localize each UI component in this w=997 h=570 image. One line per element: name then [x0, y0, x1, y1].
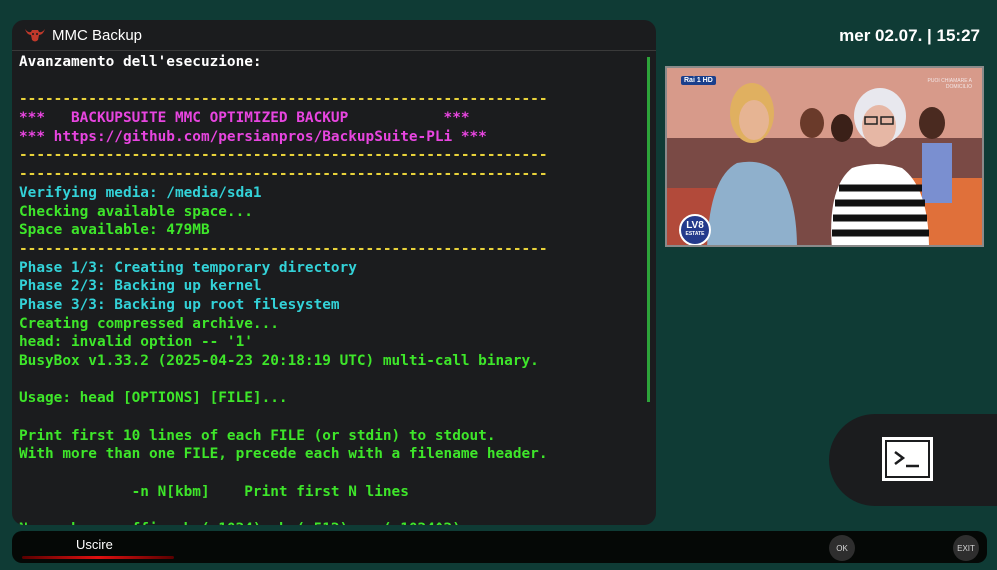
exit-button[interactable]: EXIT: [953, 535, 979, 561]
terminal-icon: [882, 437, 933, 481]
console-line: Print first 10 lines of each FILE (or st…: [19, 427, 496, 444]
console-line: Usage: head [OPTIONS] [FILE]...: [19, 390, 288, 407]
channel-logo: Rai 1 HD: [681, 76, 716, 85]
channel-overlay-text: PUOI CHIAMARE A DOMICILIO: [927, 78, 972, 90]
console-line: Creating compressed archive...: [19, 315, 279, 332]
tv-preview: Rai 1 HD PUOI CHIAMARE A DOMICILIO LV8 E…: [665, 66, 984, 247]
console-line: Verifying media: /media/sda1: [19, 184, 262, 201]
red-key-indicator: [22, 556, 174, 559]
tv-preview-image: [667, 68, 982, 245]
console-line: Checking available space...: [19, 203, 253, 220]
show-logo-subtext: ESTATE: [685, 231, 705, 237]
console-line: Phase 1/3: Creating temporary directory: [19, 259, 357, 276]
ok-button[interactable]: OK: [829, 535, 855, 561]
clock: mer 02.07. | 15:27: [839, 26, 980, 45]
console-output[interactable]: Avanzamento dell'esecuzione: ------------…: [19, 53, 647, 525]
console-line: Phase 2/3: Backing up kernel: [19, 278, 262, 295]
exit-label[interactable]: Uscire: [76, 537, 113, 552]
console-line: head: invalid option -- '1': [19, 334, 253, 351]
console-line: *** BACKUPSUITE MMC OPTIMIZED BACKUP ***: [19, 110, 470, 127]
console-line: ----------------------------------------…: [19, 240, 548, 257]
console-line: ----------------------------------------…: [19, 91, 548, 108]
bull-logo-icon: [24, 26, 46, 44]
bottom-bar: Uscire OK EXIT: [12, 531, 987, 563]
console-line: ----------------------------------------…: [19, 166, 548, 183]
window-title: MMC Backup: [52, 26, 143, 44]
console-line: N may have suffix: b (x1024), k (x512), …: [19, 520, 647, 525]
console-line: -n N[kbm] Print first N lines: [19, 483, 409, 500]
show-logo-text: LV8: [686, 220, 704, 231]
title-bar: MMC Backup: [12, 20, 656, 51]
console-line: *** https://github.com/persianpros/Backu…: [19, 128, 487, 145]
console-window: MMC Backup Avanzamento dell'esecuzione: -…: [12, 20, 656, 525]
console-line: ----------------------------------------…: [19, 147, 548, 164]
script-panel: [829, 414, 997, 506]
console-line: Phase 3/3: Backing up root filesystem: [19, 296, 340, 313]
console-line: BusyBox v1.33.2 (2025-04-23 20:18:19 UTC…: [19, 353, 539, 369]
show-logo: LV8 ESTATE: [679, 214, 711, 245]
console-line: Space available: 479MB: [19, 222, 210, 239]
console-line: Avanzamento dell'esecuzione:: [19, 54, 262, 70]
console-line: With more than one FILE, precede each wi…: [19, 446, 548, 463]
console-scrollbar[interactable]: [647, 57, 650, 402]
